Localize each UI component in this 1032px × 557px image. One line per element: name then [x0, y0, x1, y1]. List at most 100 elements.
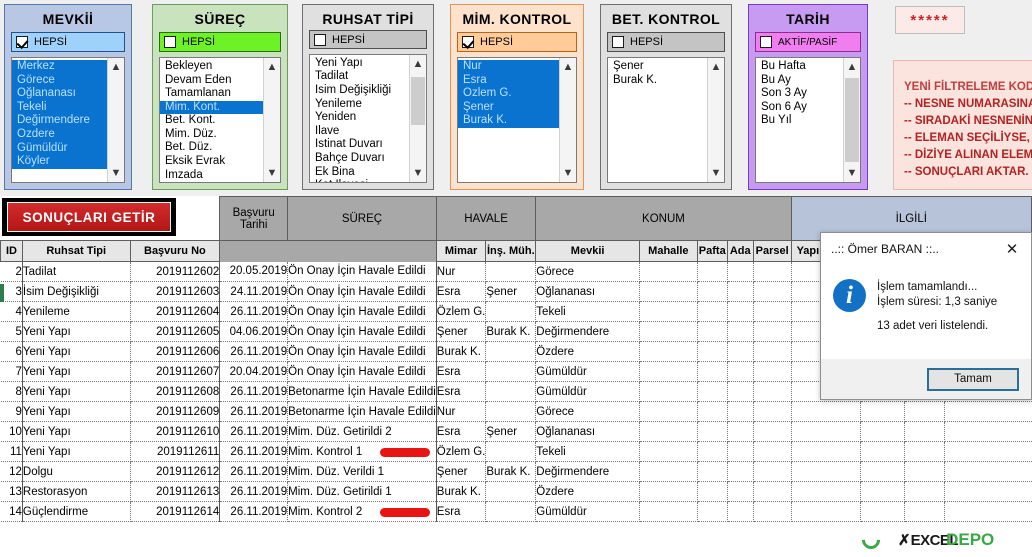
- cell-mevkii[interactable]: Gümüldür: [535, 361, 640, 382]
- cell-tarih[interactable]: 26.11.2019: [219, 381, 289, 402]
- cell-mimar[interactable]: Esra: [436, 361, 487, 382]
- tarih-toggle-row[interactable]: AKTİF/PASİF: [755, 32, 861, 52]
- column-header-basvuru-no[interactable]: Başvuru No: [129, 240, 221, 262]
- table-row[interactable]: 14 Güçlendirme 2019112614 26.11.2019 Mim. Ko…: [0, 501, 1032, 522]
- cell-ruhsat_tipi[interactable]: Yeni Yapı: [22, 341, 131, 362]
- list-option[interactable]: İmzada: [160, 169, 280, 182]
- cell-ada[interactable]: [727, 261, 754, 282]
- cell-mahalle[interactable]: [639, 441, 698, 462]
- cell-id[interactable]: 10: [0, 421, 23, 442]
- cell-ruhsat_tipi[interactable]: Yeni Yapı: [22, 421, 131, 442]
- cell-tarih[interactable]: 20.04.2019: [219, 361, 289, 382]
- scroll-down-icon[interactable]: ▼: [410, 164, 426, 182]
- cell-id[interactable]: 4: [0, 301, 23, 322]
- cell-mahalle[interactable]: [639, 281, 698, 302]
- close-icon[interactable]: ✕: [997, 235, 1027, 263]
- cell-parsel[interactable]: [753, 481, 792, 502]
- cell-surec[interactable]: Betonarme İçin Havale Edildi: [287, 381, 437, 402]
- surec-select-all-row[interactable]: HEPSİ: [159, 31, 281, 52]
- cell-ruhsat_tipi[interactable]: Yeni Yapı: [22, 441, 131, 462]
- cell-ada[interactable]: [727, 461, 754, 482]
- cell-ins_muh[interactable]: [485, 501, 537, 522]
- cell-tarih[interactable]: 24.11.2019: [219, 281, 289, 302]
- cell-mimar[interactable]: Şener: [436, 321, 487, 342]
- mim-kontrol-select-all-checkbox[interactable]: [462, 36, 474, 48]
- cell-ins_muh[interactable]: Burak K.: [485, 321, 537, 342]
- table-row[interactable]: 13 Restorasyon 2019112613 26.11.2019 Mim. Dü…: [0, 481, 1032, 502]
- cell-ruhsat_tipi[interactable]: Dolgu: [22, 461, 131, 482]
- cell-surec[interactable]: Ön Onay İçin Havale Edildi: [287, 321, 437, 342]
- cell-surec[interactable]: Ön Onay İçin Havale Edildi: [287, 301, 437, 322]
- cell-basvuru_no[interactable]: 2019112604: [130, 301, 221, 322]
- cell-id[interactable]: 14: [0, 501, 23, 522]
- cell-mut[interactable]: [904, 461, 945, 482]
- bet-kontrol-listbox[interactable]: Şener Burak K. ▲ ▼: [607, 57, 725, 183]
- cell-parsel[interactable]: [753, 301, 792, 322]
- cell-id[interactable]: 2: [0, 261, 23, 282]
- scrollbar-thumb[interactable]: [411, 76, 425, 125]
- cell-yapi_sahibi[interactable]: [791, 481, 862, 502]
- cell-id[interactable]: 11: [0, 441, 23, 462]
- surec-listbox[interactable]: Bekleyen Devam Eden Tamamlanan Mim. Kont. Be…: [159, 56, 281, 183]
- scroll-down-icon[interactable]: ▼: [844, 164, 860, 182]
- list-option[interactable]: Devam Eden: [160, 74, 280, 88]
- cell-tarih[interactable]: 26.11.2019: [219, 301, 289, 322]
- scroll-up-icon[interactable]: ▲: [264, 58, 280, 76]
- cell-ada[interactable]: [727, 501, 754, 522]
- bet-kontrol-select-all-row[interactable]: HEPSİ: [607, 32, 725, 52]
- cell-ins_muh[interactable]: [485, 381, 537, 402]
- cell-pafta[interactable]: [697, 401, 728, 422]
- cell-ruhsat_tipi[interactable]: Güçlendirme: [22, 501, 131, 522]
- cell-mimar[interactable]: Özlem G.: [436, 301, 487, 322]
- cell-surec[interactable]: Betonarme İçin Havale Edildi: [287, 401, 437, 422]
- cell-tarih[interactable]: 20.05.2019: [219, 261, 289, 282]
- cell-pafta[interactable]: [697, 481, 728, 502]
- column-header-ins-muh[interactable]: İnş. Müh.: [485, 240, 537, 262]
- cell-parsel[interactable]: [753, 361, 792, 382]
- table-row[interactable]: 10 Yeni Yapı 2019112610 26.11.2019 Mim. Düz.…: [0, 421, 1032, 442]
- cell-ada[interactable]: [727, 441, 754, 462]
- cell-mevkii[interactable]: Gümüldür: [535, 381, 640, 402]
- cell-mimar[interactable]: Esra: [436, 281, 487, 302]
- cell-basvuru_no[interactable]: 2019112614: [130, 501, 221, 522]
- cell-surec[interactable]: Mim. Düz. Verildi 1: [287, 461, 437, 482]
- cell-ins_muh[interactable]: [485, 341, 537, 362]
- cell-mevkii[interactable]: Gümüldür: [535, 501, 640, 522]
- cell-id[interactable]: 5: [0, 321, 23, 342]
- cell-mimar2[interactable]: [860, 501, 906, 522]
- cell-ins_muh[interactable]: [485, 481, 537, 502]
- cell-mimar[interactable]: Nur: [436, 401, 487, 422]
- scroll-down-icon[interactable]: ▼: [108, 164, 124, 182]
- cell-mut[interactable]: [904, 501, 945, 522]
- cell-basvuru_no[interactable]: 2019112603: [130, 281, 221, 302]
- bet-kontrol-select-all-checkbox[interactable]: [612, 36, 624, 48]
- cell-mevkii[interactable]: Değirmendere: [535, 461, 640, 482]
- cell-yapi_sahibi[interactable]: [791, 441, 862, 462]
- cell-basvuru_no[interactable]: 2019112613: [130, 481, 221, 502]
- scroll-down-icon[interactable]: ▼: [264, 164, 280, 182]
- cell-ada[interactable]: [727, 361, 754, 382]
- cell-basvuru_no[interactable]: 2019112608: [130, 381, 221, 402]
- cell-surec[interactable]: Mim. Kontrol 1: [287, 441, 437, 462]
- cell-tarih[interactable]: 26.11.2019: [219, 481, 289, 502]
- cell-ada[interactable]: [727, 421, 754, 442]
- tarih-filtresi-listbox[interactable]: Bu Hafta Bu Ay Son 3 Ay Son 6 Ay Bu Yıl ▲ ▼: [755, 57, 861, 183]
- cell-id[interactable]: 13: [0, 481, 23, 502]
- cell-mevkii[interactable]: Oğlananası: [535, 281, 640, 302]
- cell-basvuru_no[interactable]: 2019112607: [130, 361, 221, 382]
- cell-pafta[interactable]: [697, 281, 728, 302]
- cell-pafta[interactable]: [697, 261, 728, 282]
- cell-basvuru_no[interactable]: 2019112609: [130, 401, 221, 422]
- cell-ada[interactable]: [727, 341, 754, 362]
- cell-ruhsat_tipi[interactable]: Yeni Yapı: [22, 381, 131, 402]
- cell-basvuru_no[interactable]: 2019112605: [130, 321, 221, 342]
- cell-ada[interactable]: [727, 281, 754, 302]
- ruhsat-tipi-listbox[interactable]: Yeni Yapı Tadilat İsim Değişikliği Yenileme…: [309, 53, 427, 184]
- cell-mimar[interactable]: Nur: [436, 261, 487, 282]
- scroll-up-icon[interactable]: ▲: [410, 55, 426, 73]
- message-dialog[interactable]: ..:: Ömer BARAN ::.. ✕ i İşlem tamamland…: [820, 232, 1032, 400]
- cell-pafta[interactable]: [697, 321, 728, 342]
- mevkii-scrollbar[interactable]: ▲ ▼: [107, 58, 124, 182]
- cell-ins_muh[interactable]: Şener: [485, 421, 537, 442]
- cell-mevkii[interactable]: Görece: [535, 261, 640, 282]
